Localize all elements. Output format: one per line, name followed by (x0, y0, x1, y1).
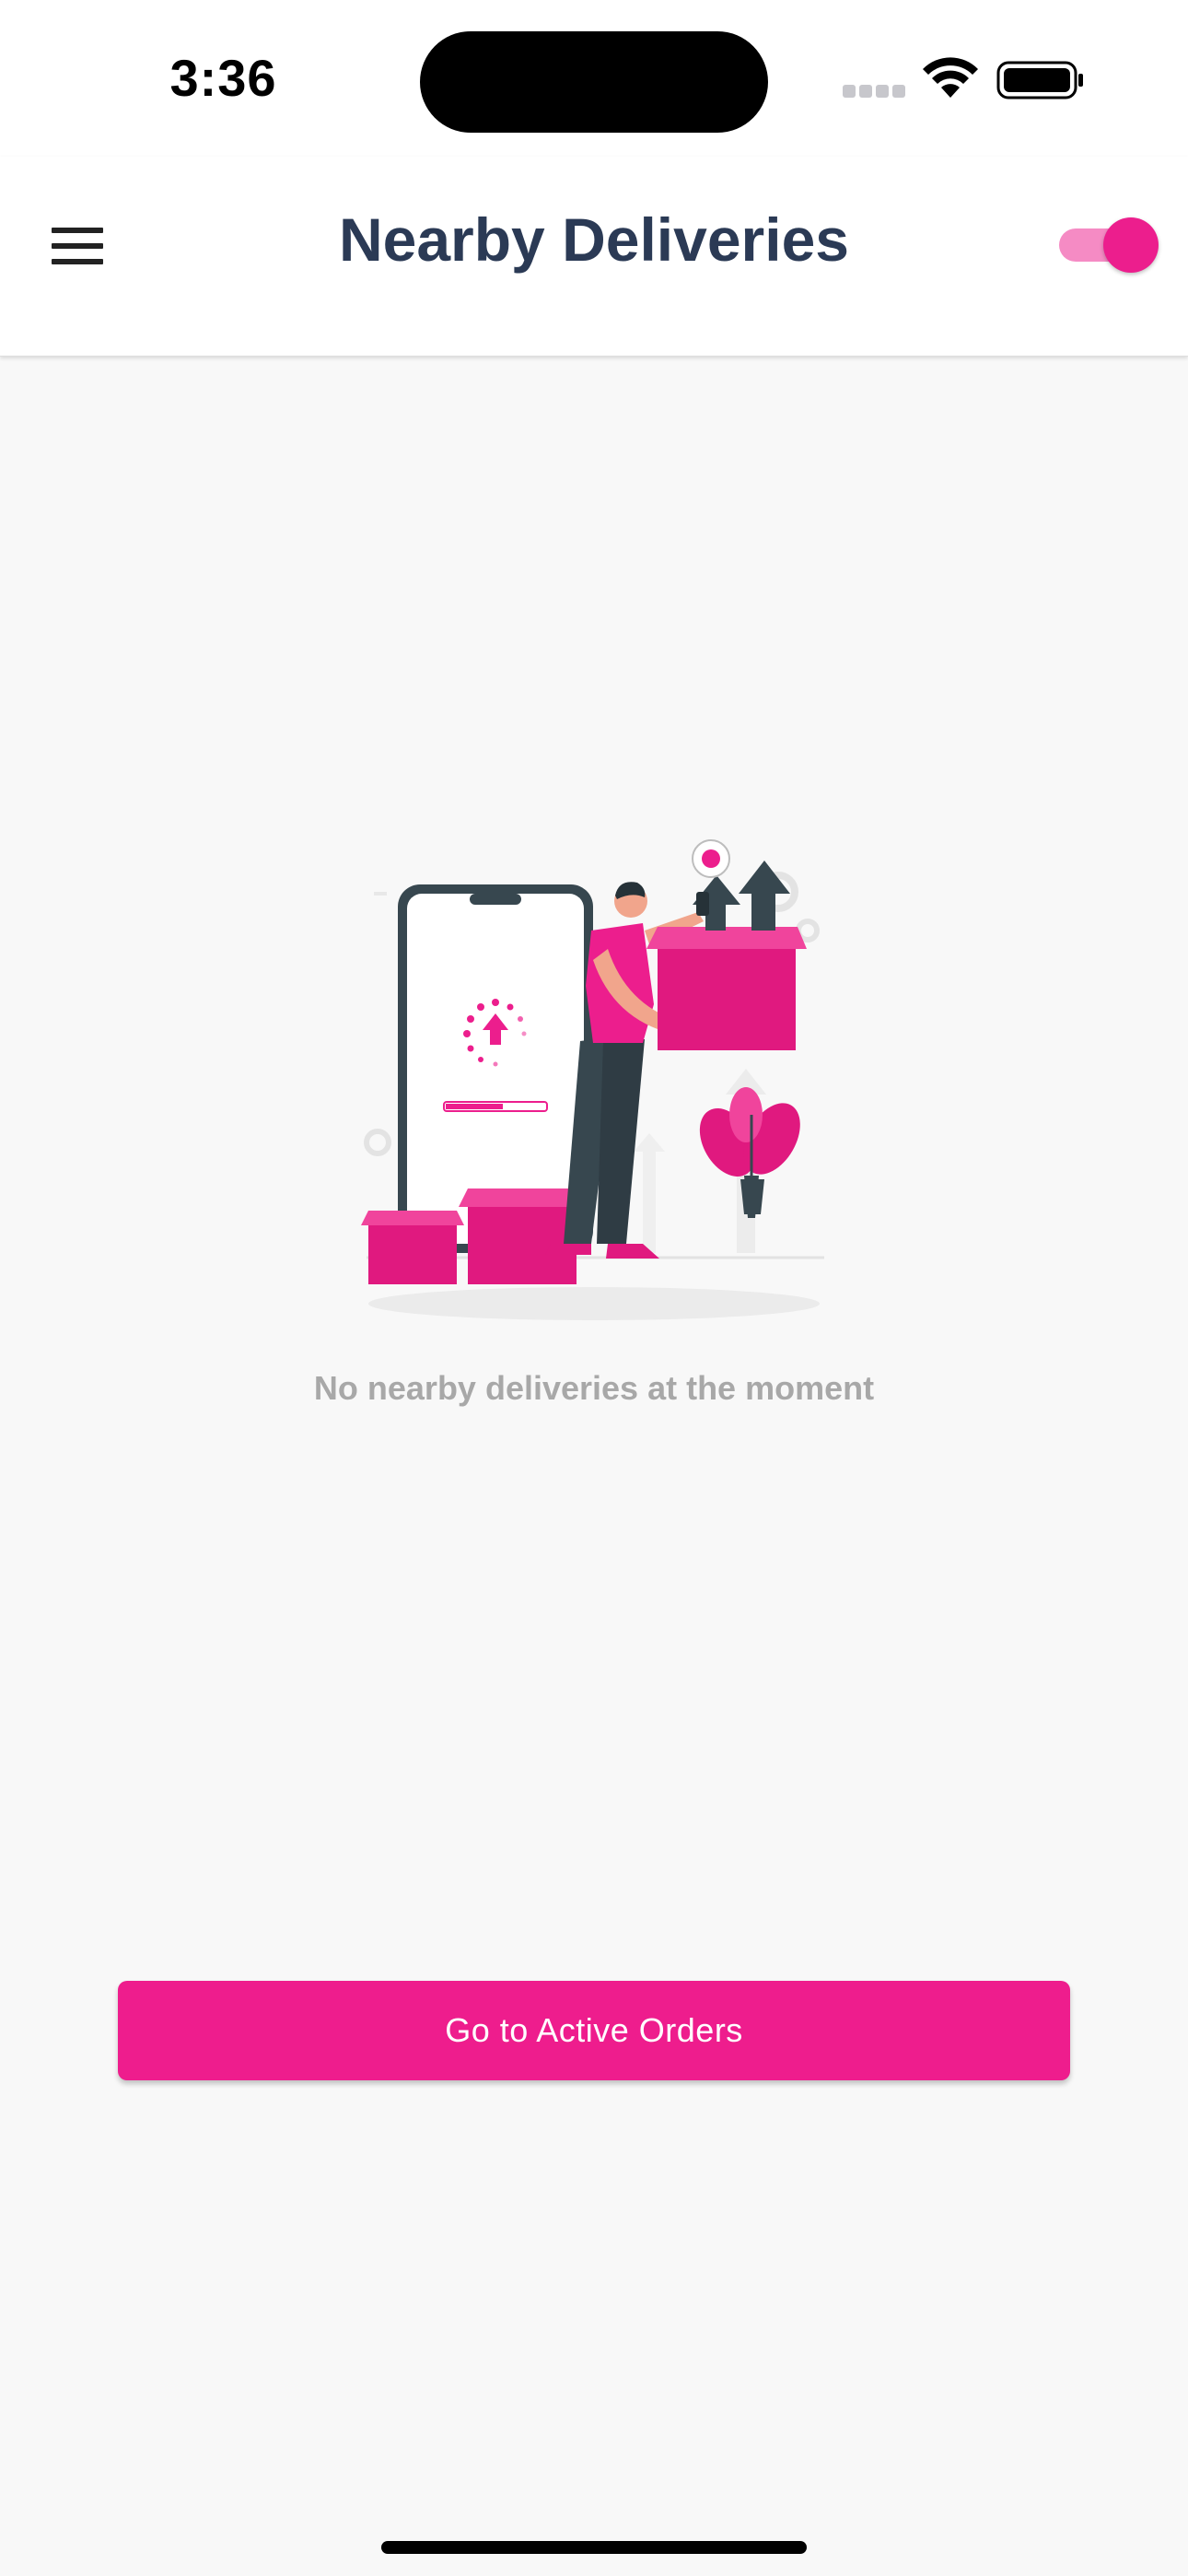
page-title: Nearby Deliveries (338, 205, 849, 274)
status-time: 3:36 (169, 49, 277, 107)
go-to-active-orders-button[interactable]: Go to Active Orders (118, 1981, 1070, 2080)
battery-icon (996, 61, 1083, 100)
availability-toggle[interactable] (1059, 215, 1162, 274)
hamburger-menu-icon[interactable] (37, 205, 118, 287)
status-bar: 3:36 (0, 0, 1188, 157)
delivery-illustration (361, 839, 824, 1320)
wifi-icon (923, 57, 978, 98)
app-bar: Nearby Deliveries (0, 157, 1188, 357)
empty-state-message: No nearby deliveries at the moment (313, 1369, 875, 1407)
home-indicator[interactable] (381, 2541, 807, 2554)
dynamic-island (420, 31, 768, 133)
toggle-thumb (1103, 217, 1159, 273)
signal-icon (843, 85, 907, 98)
